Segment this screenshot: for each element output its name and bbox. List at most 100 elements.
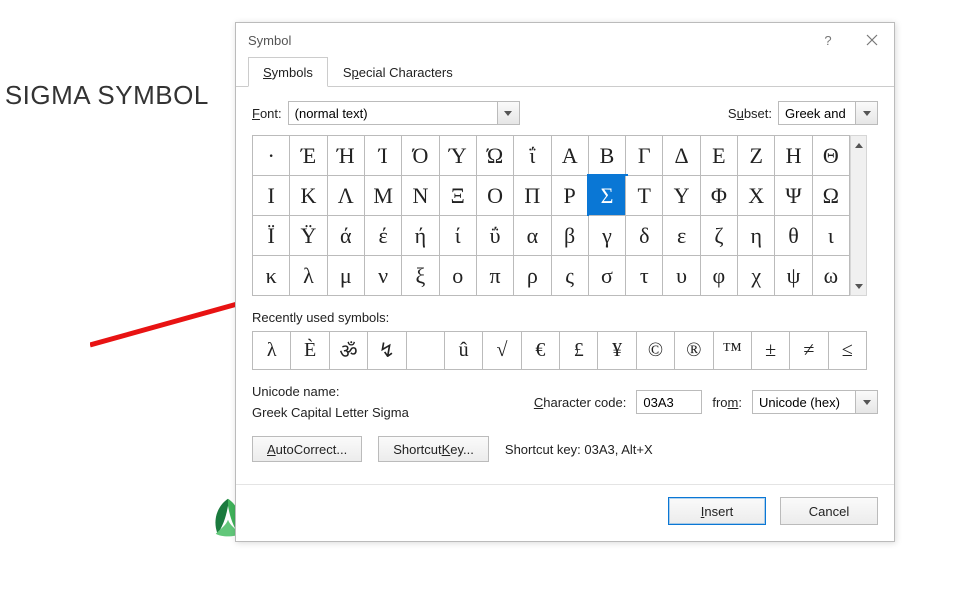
symbol-cell[interactable]: Δ bbox=[663, 136, 700, 176]
symbol-cell[interactable]: Ψ bbox=[775, 176, 812, 216]
symbol-cell[interactable]: υ bbox=[663, 256, 700, 296]
symbol-cell[interactable]: ί bbox=[440, 216, 477, 256]
recent-symbol-cell[interactable]: ≤ bbox=[829, 332, 867, 370]
recent-symbol-cell[interactable]: € bbox=[522, 332, 560, 370]
close-button[interactable] bbox=[850, 23, 894, 57]
symbol-cell[interactable]: τ bbox=[626, 256, 663, 296]
symbol-cell[interactable]: ν bbox=[365, 256, 402, 296]
tab-symbols[interactable]: Symbols bbox=[248, 57, 328, 87]
symbol-cell[interactable]: ΐ bbox=[514, 136, 551, 176]
symbol-cell[interactable]: Ε bbox=[701, 136, 738, 176]
subset-input[interactable] bbox=[778, 101, 856, 125]
shortcut-key-button[interactable]: Shortcut Key... bbox=[378, 436, 489, 462]
recent-symbol-cell[interactable]: ® bbox=[675, 332, 713, 370]
help-button[interactable]: ? bbox=[806, 23, 850, 57]
symbol-cell[interactable]: Τ bbox=[626, 176, 663, 216]
symbol-cell[interactable]: Ύ bbox=[440, 136, 477, 176]
symbol-cell[interactable]: Ί bbox=[365, 136, 402, 176]
from-input[interactable] bbox=[752, 390, 856, 414]
symbol-cell[interactable]: ψ bbox=[775, 256, 812, 296]
grid-scrollbar[interactable] bbox=[850, 135, 867, 296]
symbol-cell[interactable]: χ bbox=[738, 256, 775, 296]
symbol-cell[interactable]: Ϊ bbox=[253, 216, 290, 256]
symbol-cell[interactable]: ΰ bbox=[477, 216, 514, 256]
symbol-cell[interactable]: γ bbox=[589, 216, 626, 256]
autocorrect-button[interactable]: AutoCorrect... bbox=[252, 436, 362, 462]
symbol-cell[interactable]: Μ bbox=[365, 176, 402, 216]
from-dropdown-button[interactable] bbox=[856, 390, 878, 414]
recent-symbol-cell[interactable]: È bbox=[291, 332, 329, 370]
symbol-cell[interactable]: Υ bbox=[663, 176, 700, 216]
symbol-cell[interactable]: Ξ bbox=[440, 176, 477, 216]
symbol-cell[interactable]: Β bbox=[589, 136, 626, 176]
symbol-cell[interactable]: ς bbox=[552, 256, 589, 296]
font-input[interactable] bbox=[288, 101, 498, 125]
symbol-cell[interactable]: Π bbox=[514, 176, 551, 216]
symbol-cell[interactable]: σ bbox=[589, 256, 626, 296]
symbol-cell[interactable]: Γ bbox=[626, 136, 663, 176]
symbol-cell[interactable]: α bbox=[514, 216, 551, 256]
recent-symbol-cell[interactable]: ≠ bbox=[790, 332, 828, 370]
symbol-cell[interactable]: ρ bbox=[514, 256, 551, 296]
font-select[interactable] bbox=[288, 101, 520, 125]
symbol-cell[interactable]: η bbox=[738, 216, 775, 256]
symbol-cell[interactable]: Ή bbox=[328, 136, 365, 176]
char-code-input[interactable] bbox=[636, 390, 702, 414]
subset-dropdown-button[interactable] bbox=[856, 101, 878, 125]
recent-symbol-cell[interactable]: ± bbox=[752, 332, 790, 370]
symbol-cell[interactable]: Η bbox=[775, 136, 812, 176]
scroll-track[interactable] bbox=[851, 154, 866, 277]
symbol-cell[interactable]: π bbox=[477, 256, 514, 296]
symbol-cell[interactable]: Σ bbox=[589, 176, 626, 216]
symbol-cell[interactable]: ή bbox=[402, 216, 439, 256]
from-select[interactable] bbox=[752, 390, 878, 414]
symbol-cell[interactable]: Ν bbox=[402, 176, 439, 216]
symbol-cell[interactable]: έ bbox=[365, 216, 402, 256]
symbol-cell[interactable]: Ι bbox=[253, 176, 290, 216]
symbol-cell[interactable]: μ bbox=[328, 256, 365, 296]
symbol-cell[interactable]: ι bbox=[813, 216, 850, 256]
symbol-cell[interactable]: ζ bbox=[701, 216, 738, 256]
symbol-grid[interactable]: ·ΈΉΊΌΎΏΐΑΒΓΔΕΖΗΘΙΚΛΜΝΞΟΠΡΣΤΥΦΧΨΩΪΫάέήίΰα… bbox=[252, 135, 850, 296]
symbol-cell[interactable]: Έ bbox=[290, 136, 327, 176]
symbol-cell[interactable]: κ bbox=[253, 256, 290, 296]
symbol-cell[interactable]: Ο bbox=[477, 176, 514, 216]
recent-symbol-cell[interactable]: ↯ bbox=[368, 332, 406, 370]
symbol-cell[interactable]: β bbox=[552, 216, 589, 256]
symbol-cell[interactable]: δ bbox=[626, 216, 663, 256]
symbol-cell[interactable]: ε bbox=[663, 216, 700, 256]
cancel-button[interactable]: Cancel bbox=[780, 497, 878, 525]
recent-symbol-cell[interactable] bbox=[407, 332, 445, 370]
insert-button[interactable]: Insert bbox=[668, 497, 766, 525]
scroll-up-button[interactable] bbox=[851, 136, 866, 154]
recent-symbol-cell[interactable]: ¥ bbox=[598, 332, 636, 370]
symbol-cell[interactable]: Ό bbox=[402, 136, 439, 176]
symbol-cell[interactable]: Ώ bbox=[477, 136, 514, 176]
symbol-cell[interactable]: θ bbox=[775, 216, 812, 256]
symbol-cell[interactable]: Ζ bbox=[738, 136, 775, 176]
symbol-cell[interactable]: · bbox=[253, 136, 290, 176]
font-dropdown-button[interactable] bbox=[498, 101, 520, 125]
symbol-cell[interactable]: Κ bbox=[290, 176, 327, 216]
recent-symbol-cell[interactable]: ॐ bbox=[330, 332, 368, 370]
symbol-cell[interactable]: Λ bbox=[328, 176, 365, 216]
tab-special-characters[interactable]: Special Characters bbox=[328, 57, 468, 86]
recent-symbol-cell[interactable]: û bbox=[445, 332, 483, 370]
symbol-cell[interactable]: Ρ bbox=[552, 176, 589, 216]
symbol-cell[interactable]: ξ bbox=[402, 256, 439, 296]
recent-symbol-cell[interactable]: √ bbox=[483, 332, 521, 370]
recent-symbol-cell[interactable]: λ bbox=[253, 332, 291, 370]
symbol-cell[interactable]: λ bbox=[290, 256, 327, 296]
symbol-cell[interactable]: ο bbox=[440, 256, 477, 296]
recent-symbol-cell[interactable]: £ bbox=[560, 332, 598, 370]
recent-symbol-cell[interactable]: © bbox=[637, 332, 675, 370]
subset-select[interactable] bbox=[778, 101, 878, 125]
symbol-cell[interactable]: ω bbox=[813, 256, 850, 296]
recent-symbol-cell[interactable]: ™ bbox=[714, 332, 752, 370]
symbol-cell[interactable]: Ω bbox=[813, 176, 850, 216]
symbol-cell[interactable]: Χ bbox=[738, 176, 775, 216]
symbol-cell[interactable]: ά bbox=[328, 216, 365, 256]
symbol-cell[interactable]: Θ bbox=[813, 136, 850, 176]
symbol-cell[interactable]: φ bbox=[701, 256, 738, 296]
symbol-cell[interactable]: Ϋ bbox=[290, 216, 327, 256]
